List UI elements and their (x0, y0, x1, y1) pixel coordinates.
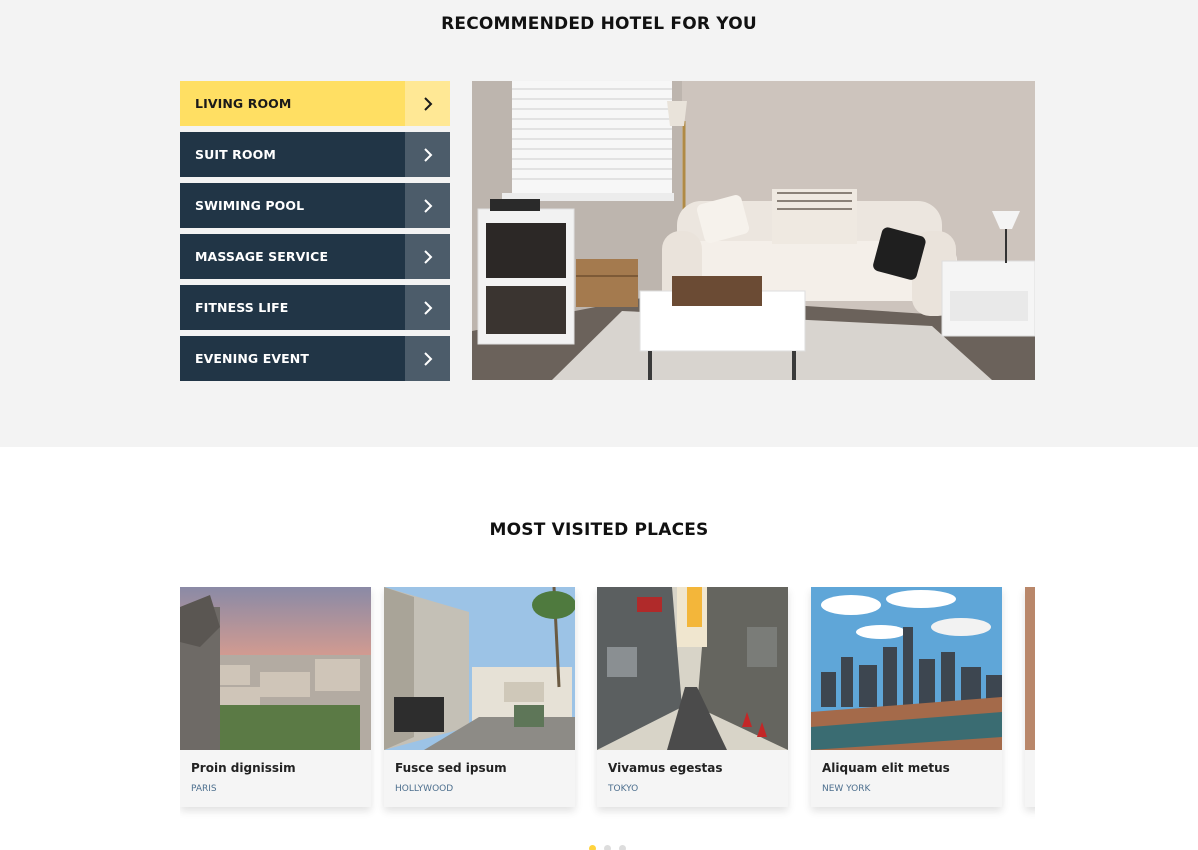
pagination-dot[interactable] (589, 845, 596, 850)
hotel-section-title: RECOMMENDED HOTEL FOR YOU (441, 14, 757, 34)
places-carousel[interactable]: Proin dignissim PARIS Fusce sed ipsum HO… (180, 587, 1035, 827)
room-item-label: EVENING EVENT (195, 351, 309, 366)
place-card-partial[interactable] (1025, 587, 1035, 807)
place-photo (1025, 587, 1035, 750)
place-card-paris[interactable]: Proin dignissim PARIS (180, 587, 371, 807)
place-city: TOKYO (608, 784, 639, 794)
place-name: Aliquam elit metus (822, 761, 950, 775)
room-item-swiming-pool[interactable]: SWIMING POOL (180, 183, 450, 228)
room-item-fitness-life[interactable]: FITNESS LIFE (180, 285, 450, 330)
chevron-right-icon (405, 234, 450, 279)
room-item-massage-service[interactable]: MASSAGE SERVICE (180, 234, 450, 279)
place-card-tokyo[interactable]: Vivamus egestas TOKYO (597, 587, 788, 807)
place-photo (597, 587, 788, 750)
room-item-label: LIVING ROOM (195, 96, 292, 111)
place-photo (811, 587, 1002, 750)
room-item-label: FITNESS LIFE (195, 300, 289, 315)
room-item-suit-room[interactable]: SUIT ROOM (180, 132, 450, 177)
living-room-photo (472, 81, 1035, 380)
room-item-label: SUIT ROOM (195, 147, 276, 162)
place-photo (384, 587, 575, 750)
place-card-hollywood[interactable]: Fusce sed ipsum HOLLYWOOD (384, 587, 575, 807)
place-name: Fusce sed ipsum (395, 761, 507, 775)
place-name: Proin dignissim (191, 761, 296, 775)
place-card-new-york[interactable]: Aliquam elit metus NEW YORK (811, 587, 1002, 807)
room-item-label: MASSAGE SERVICE (195, 249, 329, 264)
chevron-right-icon (405, 183, 450, 228)
chevron-right-icon (405, 336, 450, 381)
hotel-section: RECOMMENDED HOTEL FOR YOU LIVING ROOM SU… (0, 0, 1198, 447)
room-item-label: SWIMING POOL (195, 198, 305, 213)
place-photo (180, 587, 371, 750)
pagination-dot[interactable] (619, 845, 626, 850)
chevron-right-icon (405, 132, 450, 177)
places-section-title: MOST VISITED PLACES (489, 520, 709, 540)
pagination-dot[interactable] (604, 845, 611, 850)
place-city: HOLLYWOOD (395, 784, 454, 794)
chevron-right-icon (405, 285, 450, 330)
place-city: PARIS (191, 784, 217, 794)
room-item-living-room[interactable]: LIVING ROOM (180, 81, 450, 126)
room-item-evening-event[interactable]: EVENING EVENT (180, 336, 450, 381)
place-city: NEW YORK (822, 784, 871, 794)
carousel-pagination (589, 845, 626, 850)
room-menu: LIVING ROOM SUIT ROOM SWIMING POOL MASSA… (180, 81, 450, 387)
chevron-right-icon (405, 81, 450, 126)
place-name: Vivamus egestas (608, 761, 723, 775)
